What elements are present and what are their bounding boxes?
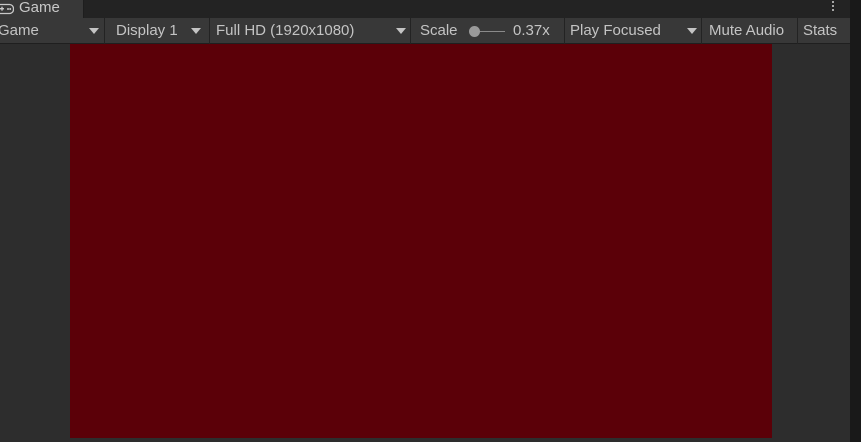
stats-label: Stats: [803, 22, 838, 39]
chevron-down-icon: [687, 28, 697, 34]
gamepad-icon: [0, 3, 14, 15]
window-edge: [850, 0, 861, 442]
play-mode-dropdown[interactable]: Play Focused: [565, 18, 702, 44]
tab-strip: Game: [0, 0, 850, 18]
game-toolbar: Game Display 1 Full HD (1920x1080) Scale…: [0, 18, 850, 44]
stats-toggle[interactable]: Stats: [798, 18, 850, 44]
game-render-viewport[interactable]: [70, 44, 772, 438]
play-mode-label: Play Focused: [570, 22, 661, 39]
chevron-down-icon: [89, 28, 99, 34]
chevron-down-icon: [396, 28, 406, 34]
scale-slider-thumb[interactable]: [469, 26, 480, 37]
resolution-dropdown[interactable]: Full HD (1920x1080): [210, 18, 411, 44]
resolution-label: Full HD (1920x1080): [216, 22, 355, 39]
chevron-down-icon: [191, 28, 201, 34]
scale-label: Scale: [420, 22, 458, 39]
tab-game[interactable]: Game: [0, 0, 84, 18]
kebab-menu-icon[interactable]: [826, 0, 840, 18]
game-window: Game Game Display 1 Full HD (1920x1080) …: [0, 0, 861, 442]
tab-label: Game: [19, 0, 60, 16]
display-label: Display 1: [116, 22, 178, 39]
scale-value: 0.37x: [513, 22, 550, 39]
display-dropdown[interactable]: Display 1: [105, 18, 210, 44]
view-mode-label: Game: [0, 22, 39, 39]
view-mode-dropdown[interactable]: Game: [0, 18, 105, 44]
mute-audio-toggle[interactable]: Mute Audio: [702, 18, 798, 44]
game-view: [0, 44, 850, 442]
mute-audio-label: Mute Audio: [709, 22, 785, 39]
